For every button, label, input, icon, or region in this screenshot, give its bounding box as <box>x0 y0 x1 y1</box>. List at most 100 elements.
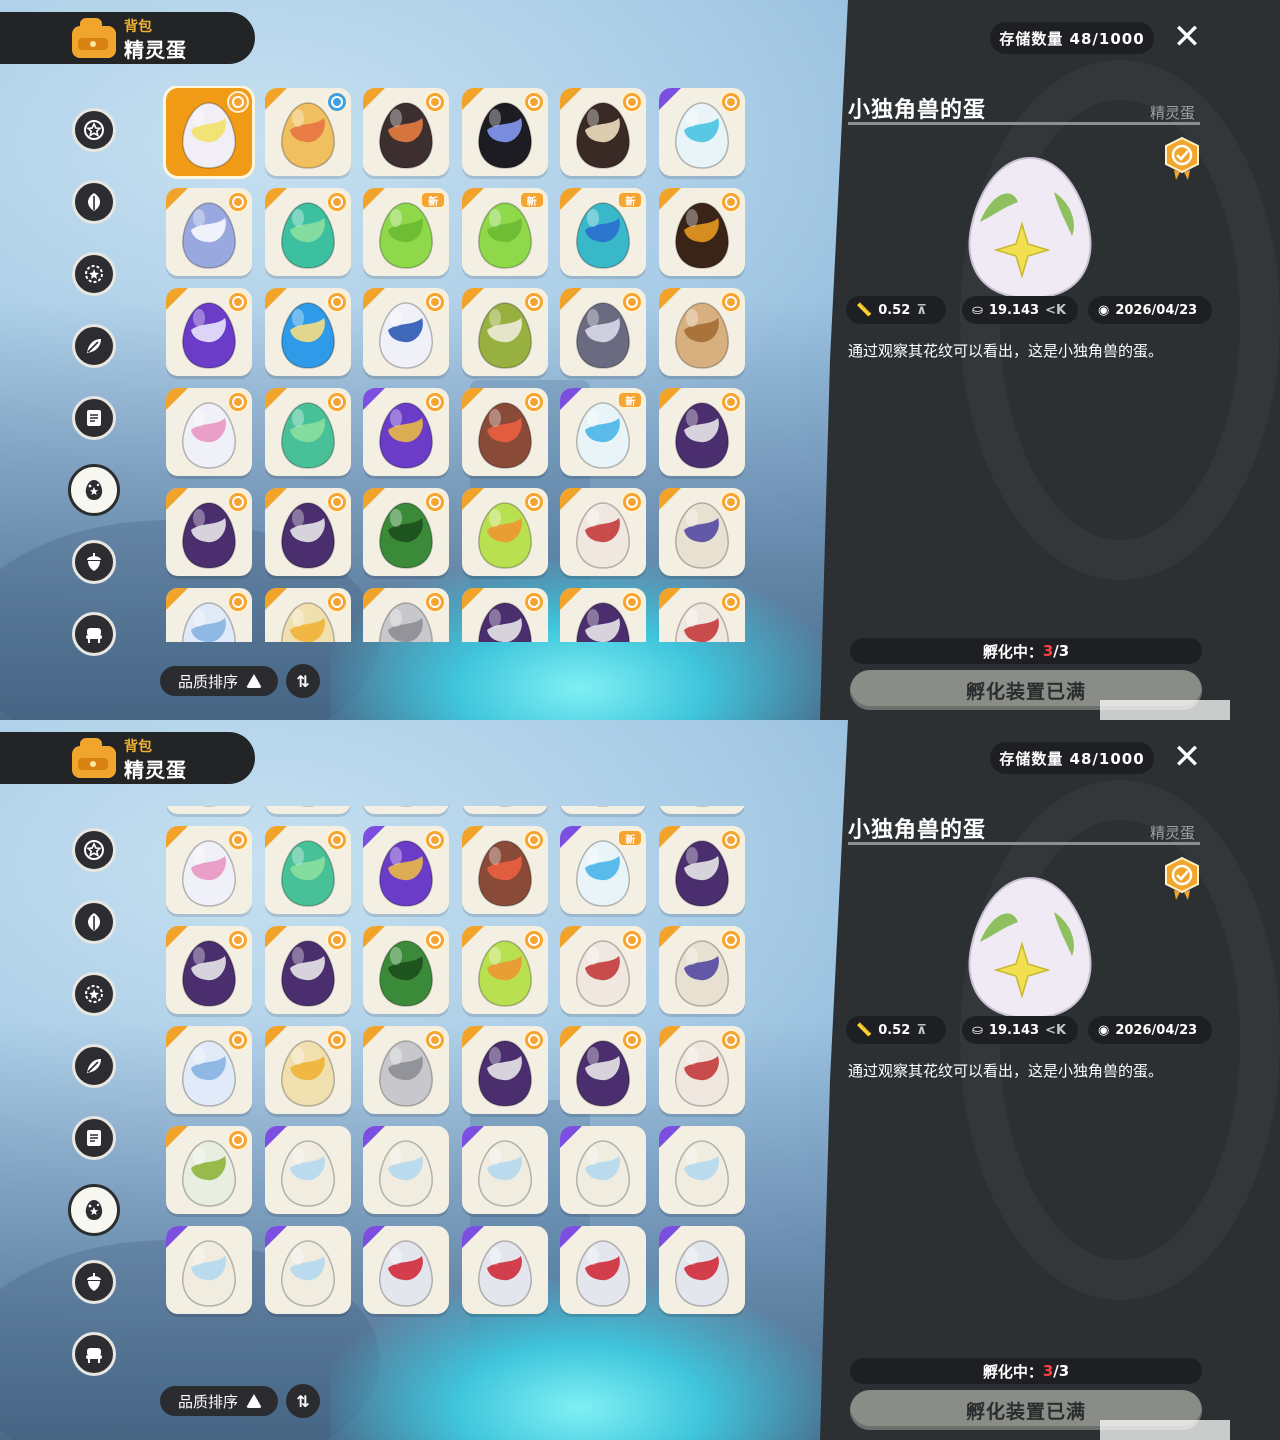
egg-slot[interactable] <box>166 388 252 476</box>
quality-sort-button[interactable]: 品质排序 <box>160 666 278 696</box>
egg-slot[interactable] <box>560 806 647 814</box>
egg-slot[interactable] <box>560 288 647 376</box>
egg-slot[interactable] <box>659 288 745 376</box>
egg-slot[interactable] <box>363 926 450 1014</box>
nav-sun-star[interactable] <box>72 252 116 296</box>
egg-slot[interactable] <box>264 1026 351 1114</box>
egg-slot[interactable] <box>461 488 548 576</box>
egg-slot[interactable] <box>461 288 548 376</box>
egg-slot[interactable] <box>363 388 450 476</box>
egg-slot[interactable] <box>166 1226 252 1314</box>
nav-egg[interactable] <box>68 1184 120 1236</box>
egg-slot[interactable] <box>264 1226 351 1314</box>
egg-slot[interactable] <box>659 1026 745 1114</box>
nav-herb[interactable] <box>72 1044 116 1088</box>
egg-slot[interactable] <box>461 588 548 642</box>
nav-scroll[interactable] <box>72 1116 116 1160</box>
egg-slot[interactable] <box>461 826 548 914</box>
egg-icon <box>280 940 335 1007</box>
egg-slot[interactable]: 新 <box>560 188 647 276</box>
egg-slot[interactable]: 新 <box>560 388 647 476</box>
nav-star-badge[interactable] <box>72 108 116 152</box>
egg-slot[interactable] <box>560 88 647 176</box>
egg-slot[interactable] <box>560 926 647 1014</box>
nav-star-badge[interactable] <box>72 828 116 872</box>
nav-leaf[interactable] <box>72 900 116 944</box>
egg-slot[interactable] <box>264 288 351 376</box>
egg-slot[interactable] <box>363 826 450 914</box>
close-icon[interactable]: ✕ <box>1168 738 1206 776</box>
nav-scroll[interactable] <box>72 396 116 440</box>
egg-slot[interactable] <box>659 926 745 1014</box>
nav-acorn[interactable] <box>72 540 116 584</box>
egg-slot[interactable] <box>659 88 745 176</box>
egg-slot[interactable] <box>166 926 252 1014</box>
egg-slot[interactable]: 新 <box>461 188 548 276</box>
egg-slot[interactable] <box>560 1226 647 1314</box>
egg-slot[interactable] <box>264 826 351 914</box>
egg-slot[interactable] <box>264 926 351 1014</box>
egg-slot[interactable] <box>264 1126 351 1214</box>
header-subtitle: 背包 <box>124 19 152 35</box>
sort-order-toggle[interactable]: ⇅ <box>286 664 320 698</box>
egg-slot[interactable] <box>166 826 252 914</box>
egg-slot[interactable] <box>163 86 255 179</box>
egg-slot[interactable] <box>363 588 450 642</box>
egg-slot[interactable] <box>461 1226 548 1314</box>
egg-slot[interactable] <box>166 488 252 576</box>
nav-chair[interactable] <box>72 1332 116 1376</box>
egg-slot[interactable] <box>560 488 647 576</box>
egg-slot[interactable] <box>659 588 745 642</box>
egg-slot[interactable] <box>363 1226 450 1314</box>
egg-slot[interactable] <box>363 1026 450 1114</box>
nav-acorn[interactable] <box>72 1260 116 1304</box>
header-title: 精灵蛋 <box>124 38 187 62</box>
egg-slot[interactable] <box>659 188 745 276</box>
nav-sun-star[interactable] <box>72 972 116 1016</box>
nav-herb[interactable] <box>72 324 116 368</box>
egg-slot[interactable] <box>461 1126 548 1214</box>
quality-sort-button[interactable]: 品质排序 <box>160 1386 278 1416</box>
egg-slot[interactable] <box>264 806 351 814</box>
egg-slot[interactable] <box>363 1126 450 1214</box>
egg-slot[interactable] <box>363 88 450 176</box>
egg-slot[interactable] <box>659 1226 745 1314</box>
egg-slot[interactable] <box>166 288 252 376</box>
medal-icon <box>522 91 545 113</box>
egg-slot[interactable]: 新 <box>363 188 450 276</box>
nav-leaf[interactable] <box>72 180 116 224</box>
egg-slot[interactable] <box>560 1026 647 1114</box>
egg-slot[interactable] <box>166 1126 252 1214</box>
egg-slot[interactable] <box>560 1126 647 1214</box>
egg-slot[interactable] <box>264 188 351 276</box>
egg-slot[interactable] <box>659 826 745 914</box>
egg-slot[interactable] <box>363 288 450 376</box>
egg-slot[interactable] <box>659 806 745 814</box>
egg-slot[interactable] <box>659 1126 745 1214</box>
new-badge: 新 <box>617 191 644 209</box>
egg-slot[interactable] <box>363 806 450 814</box>
sort-order-toggle[interactable]: ⇅ <box>286 1384 320 1418</box>
egg-slot[interactable] <box>461 806 548 814</box>
egg-slot[interactable] <box>461 88 548 176</box>
egg-slot[interactable] <box>264 588 351 642</box>
egg-slot[interactable] <box>264 388 351 476</box>
egg-slot[interactable] <box>659 488 745 576</box>
egg-slot[interactable] <box>363 488 450 576</box>
egg-icon <box>675 502 729 569</box>
nav-egg[interactable] <box>68 464 120 516</box>
egg-slot[interactable] <box>166 806 252 814</box>
egg-slot[interactable] <box>264 88 351 176</box>
nav-chair[interactable] <box>72 612 116 656</box>
egg-slot[interactable] <box>461 1026 548 1114</box>
egg-slot[interactable] <box>264 488 351 576</box>
egg-slot[interactable] <box>659 388 745 476</box>
egg-slot[interactable] <box>166 1026 252 1114</box>
egg-slot[interactable] <box>166 588 252 642</box>
egg-slot[interactable]: 新 <box>560 826 647 914</box>
close-icon[interactable]: ✕ <box>1168 18 1206 56</box>
egg-slot[interactable] <box>560 588 647 642</box>
egg-slot[interactable] <box>461 926 548 1014</box>
egg-slot[interactable] <box>166 188 252 276</box>
egg-slot[interactable] <box>461 388 548 476</box>
